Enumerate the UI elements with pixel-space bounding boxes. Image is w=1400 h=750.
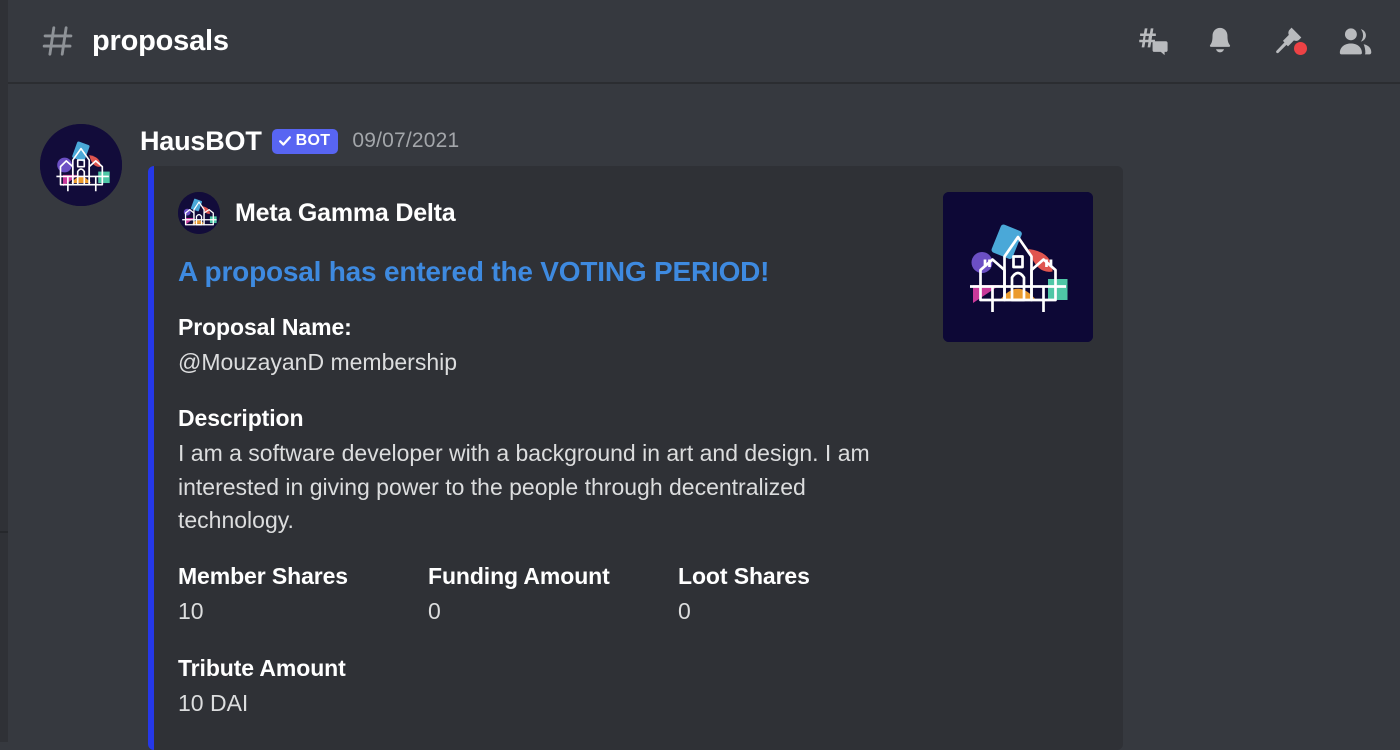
embed-field-proposal-name: Proposal Name: @MouzayanD membership — [178, 314, 929, 379]
bot-badge: BOT — [271, 128, 339, 154]
embed-field-member-shares: Member Shares 10 — [178, 563, 428, 628]
embed-inline-fields-row: Member Shares 10 Funding Amount 0 Loot S… — [178, 563, 929, 628]
field-value: 10 DAI — [178, 689, 249, 716]
pin-unread-badge — [1294, 42, 1307, 55]
message-embed: Meta Gamma Delta A proposal has entered … — [148, 166, 1123, 750]
field-value: 0 — [678, 598, 691, 625]
embed-author: Meta Gamma Delta — [178, 192, 929, 234]
field-label: Proposal Name: — [178, 314, 352, 340]
embed-content: Meta Gamma Delta A proposal has entered … — [154, 166, 929, 750]
members-icon[interactable] — [1336, 21, 1376, 61]
left-sidebar-edge — [0, 0, 8, 742]
threads-icon[interactable] — [1132, 21, 1172, 61]
header-actions — [1132, 21, 1376, 61]
hash-icon — [40, 23, 76, 59]
field-label: Loot Shares — [678, 563, 810, 590]
field-value: 10 — [178, 598, 204, 625]
field-value: @MouzayanD membership — [178, 349, 458, 375]
message-group: HausBOT BOT 09/07/2021 Meta Gamma Delta … — [8, 96, 1400, 750]
field-label: Funding Amount — [428, 563, 610, 590]
message-body: HausBOT BOT 09/07/2021 Meta Gamma Delta … — [140, 124, 1400, 750]
embed-title: A proposal has entered the VOTING PERIOD… — [178, 256, 770, 287]
pin-icon[interactable] — [1268, 21, 1308, 61]
bot-badge-label: BOT — [295, 132, 331, 149]
message-author-name[interactable]: HausBOT — [140, 126, 262, 157]
field-value: 0 — [428, 598, 441, 625]
embed-field-loot-shares: Loot Shares 0 — [678, 563, 928, 628]
embed-author-name[interactable]: Meta Gamma Delta — [235, 199, 456, 228]
sidebar-divider — [0, 531, 8, 533]
embed-field-tribute-amount: Tribute Amount 10 DAI — [178, 655, 929, 720]
bell-icon[interactable] — [1200, 21, 1240, 61]
page-title: proposals — [92, 24, 229, 57]
embed-thumbnail-image[interactable] — [943, 192, 1093, 342]
verified-check-icon — [278, 134, 292, 148]
field-label: Description — [178, 405, 304, 432]
channel-header: proposals — [8, 0, 1400, 84]
embed-author-avatar-icon — [178, 192, 220, 234]
avatar[interactable] — [40, 124, 122, 206]
field-label: Tribute Amount — [178, 654, 346, 681]
discord-app-window: proposals HausBOT BOT 09/07/2021 Meta Ga… — [0, 0, 1400, 750]
message-timestamp: 09/07/2021 — [352, 129, 460, 152]
embed-field-description: Description I am a software developer wi… — [178, 405, 929, 537]
message-header: HausBOT BOT 09/07/2021 — [140, 124, 1400, 158]
field-label: Member Shares — [178, 563, 348, 590]
embed-field-funding-amount: Funding Amount 0 — [428, 563, 678, 628]
field-value: I am a software developer with a backgro… — [178, 440, 870, 534]
